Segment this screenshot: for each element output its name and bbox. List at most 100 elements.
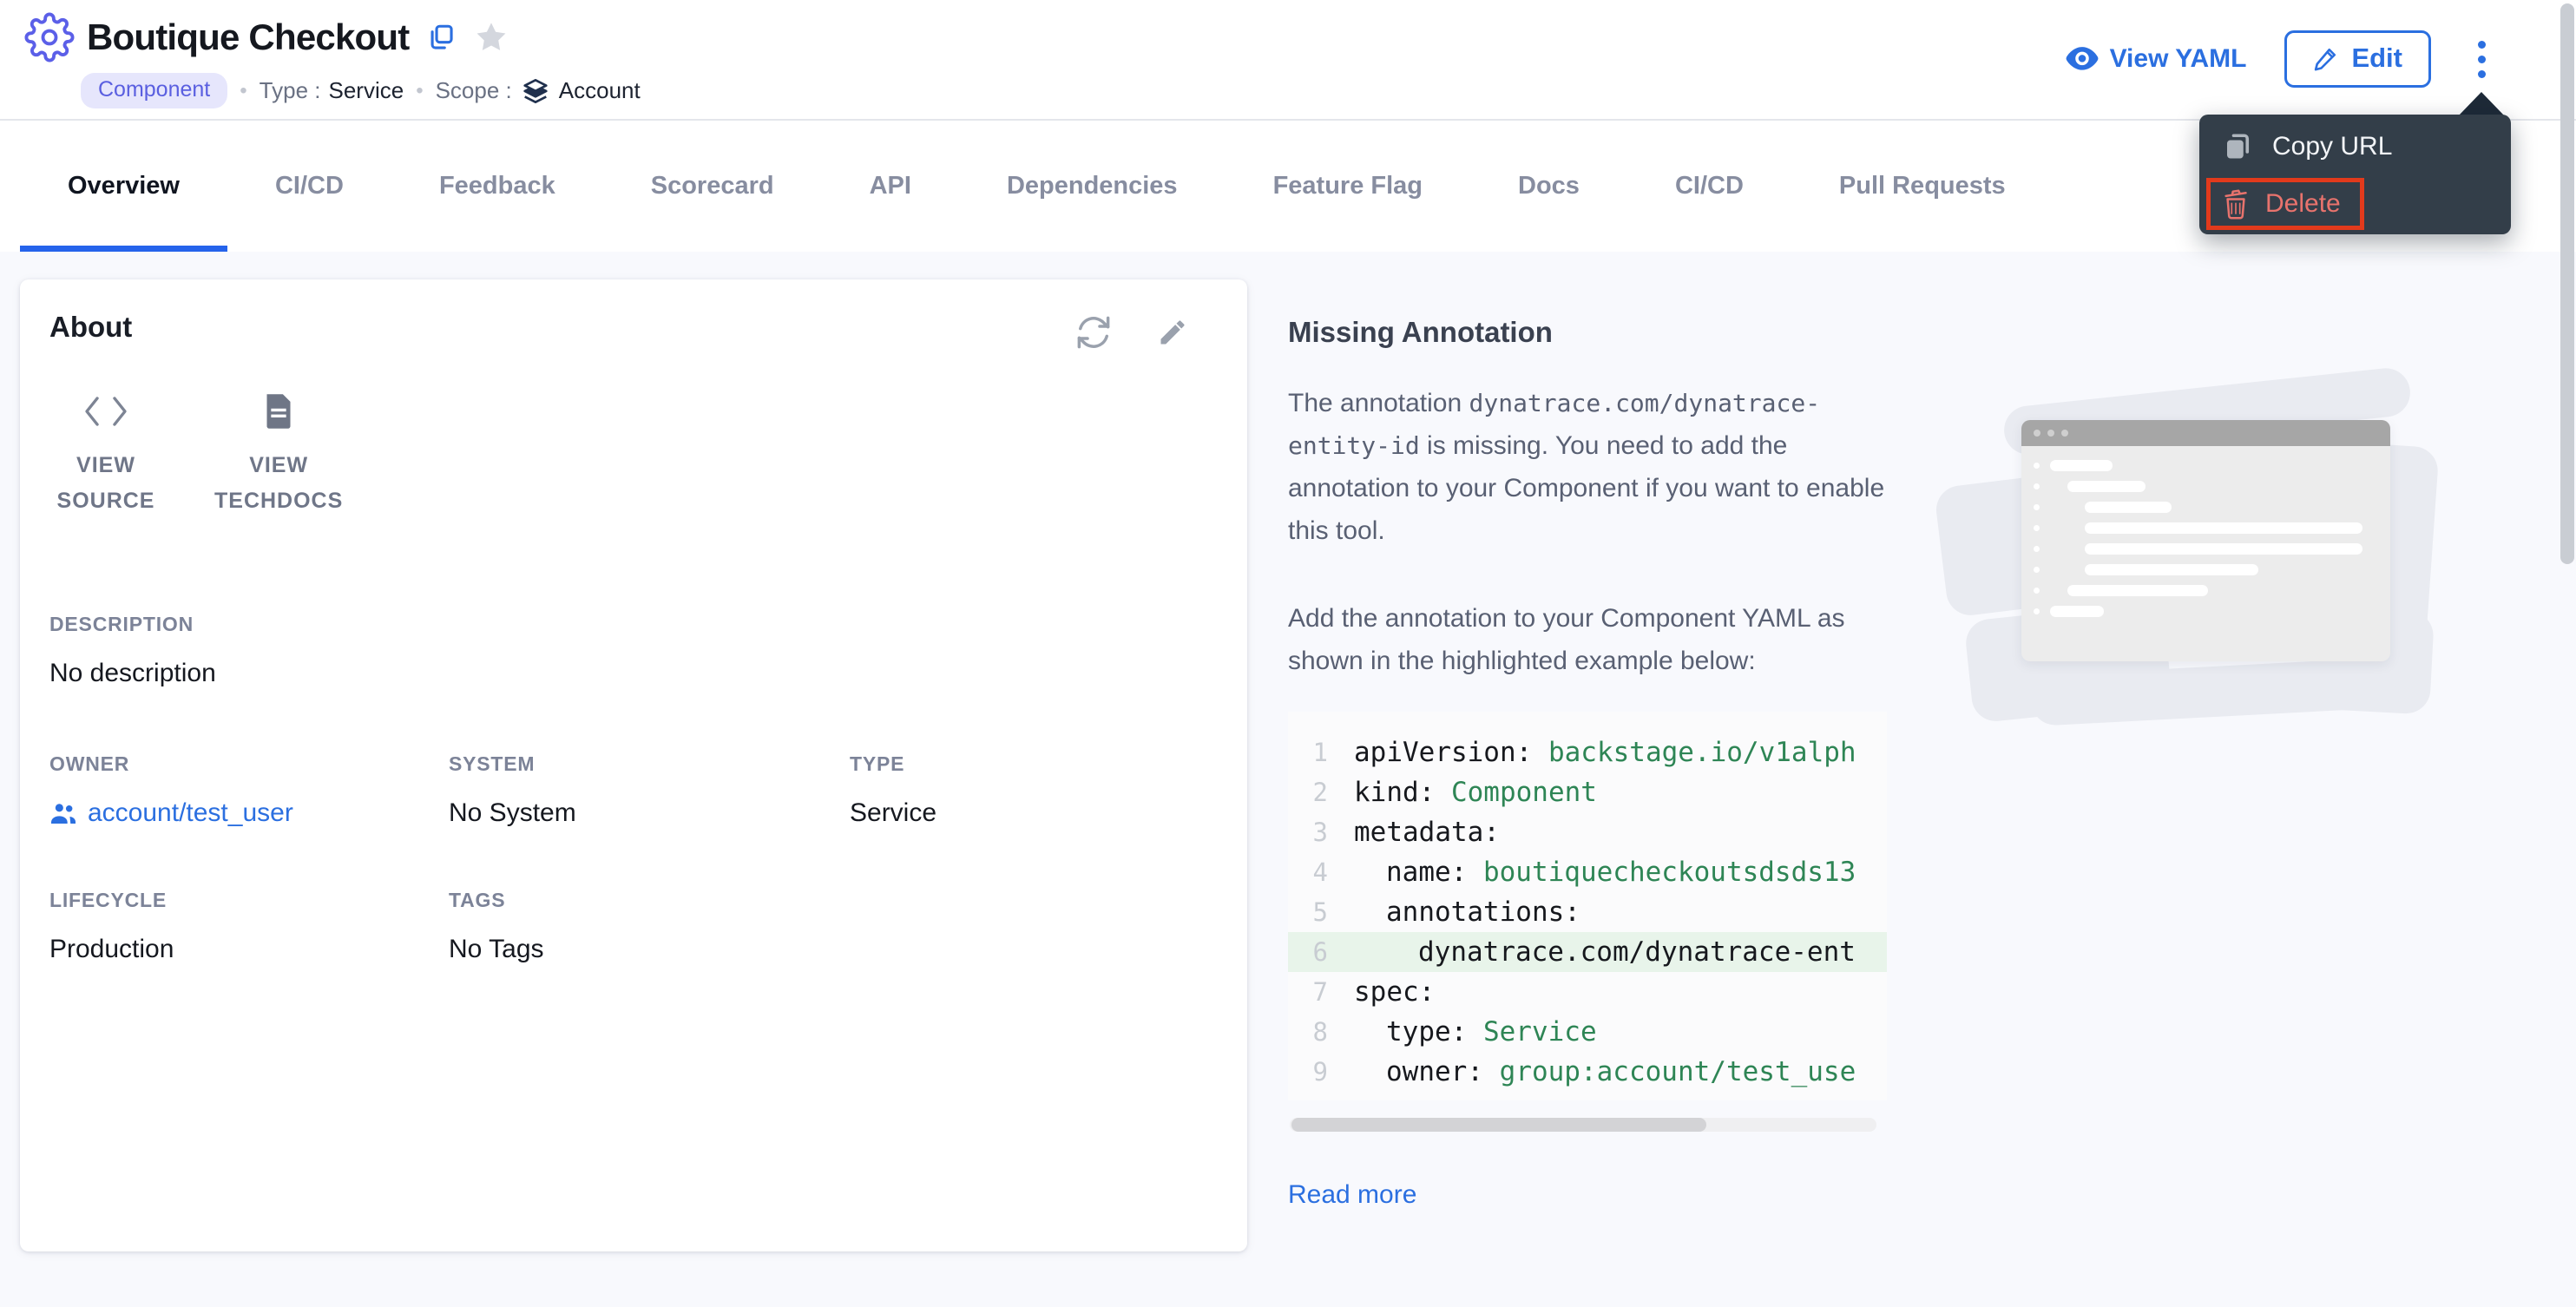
code-line-2: 2kind: Component <box>1288 772 1887 812</box>
about-card-actions <box>1075 314 1188 351</box>
tab-feature-flag[interactable]: Feature Flag <box>1226 121 1470 252</box>
lifecycle-field: LIFECYCLE Production <box>49 889 449 964</box>
mini-browser-window <box>2021 420 2390 661</box>
header-controls: View YAML Edit <box>2066 26 2494 92</box>
missing-annotation-title: Missing Annotation <box>1288 316 1887 349</box>
description-label: DESCRIPTION <box>49 613 1218 636</box>
edit-label: Edit <box>2351 43 2402 74</box>
entity-meta-row: Component • Type : Service • Scope : Acc… <box>81 73 641 108</box>
system-field: SYSTEM No System <box>449 752 850 828</box>
code-horizontal-scrollbar[interactable] <box>1290 1118 1876 1132</box>
view-yaml-label: View YAML <box>2110 44 2247 74</box>
tags-field: TAGS No Tags <box>449 889 850 964</box>
entity-title-row: Boutique Checkout <box>24 12 509 62</box>
system-value: No System <box>449 798 850 828</box>
owner-link[interactable]: account/test_user <box>49 798 449 828</box>
missing-annotation-body: The annotation dynatrace.com/dynatrace-e… <box>1288 382 1887 552</box>
tab-ci-cd[interactable]: CI/CD <box>1627 121 1791 252</box>
tab-pull-requests[interactable]: Pull Requests <box>1791 121 2054 252</box>
tab-overview[interactable]: Overview <box>20 121 227 252</box>
code-scrollbar-thumb[interactable] <box>1291 1118 1706 1132</box>
tab-docs[interactable]: Docs <box>1470 121 1627 252</box>
code-window-illustration <box>1948 392 2425 713</box>
about-card-title: About <box>49 311 132 344</box>
meta-separator: • <box>416 79 423 103</box>
copy-icon <box>2222 131 2253 162</box>
edit-button[interactable]: Edit <box>2284 30 2431 88</box>
read-more-link[interactable]: Read more <box>1288 1180 1416 1210</box>
view-techdocs-label: VIEWTECHDOCS <box>214 448 343 519</box>
code-block: 1apiVersion: backstage.io/v1alph2kind: C… <box>1288 712 1887 1100</box>
description-value: No description <box>49 659 1218 688</box>
owner-label: OWNER <box>49 752 449 776</box>
favorite-star-icon[interactable] <box>473 19 509 56</box>
trash-icon <box>2222 188 2250 220</box>
code-line-6: 6dynatrace.com/dynatrace-ent <box>1288 932 1887 972</box>
about-card-header: About <box>49 311 1218 351</box>
type-field-value: Service <box>850 798 1218 828</box>
context-menu-arrow <box>2458 92 2505 116</box>
type-field: TYPE Service <box>850 752 1218 828</box>
layers-icon <box>522 76 549 106</box>
code-line-3: 3metadata: <box>1288 812 1887 852</box>
tabs: OverviewCI/CDFeedbackScorecardAPIDepende… <box>0 121 2576 252</box>
view-source-button[interactable]: VIEWSOURCE <box>55 389 157 519</box>
type-meta: Type : Service <box>260 77 404 104</box>
code-line-1: 1apiVersion: backstage.io/v1alph <box>1288 732 1887 772</box>
missing-annotation-panel: Missing Annotation The annotation dynatr… <box>1288 279 1887 1210</box>
page-scrollbar[interactable] <box>2559 0 2576 1307</box>
view-yaml-button[interactable]: View YAML <box>2066 44 2247 74</box>
more-actions-kebab-button[interactable] <box>2469 36 2494 83</box>
pencil-icon <box>2313 45 2339 71</box>
page-scrollbar-thumb[interactable] <box>2560 3 2574 564</box>
code-line-4: 4name: boutiquecheckoutsdsds13 <box>1288 852 1887 892</box>
about-card: About VIEWSOURCE <box>20 279 1247 1251</box>
tab-scorecard[interactable]: Scorecard <box>603 121 822 252</box>
eye-icon <box>2066 45 2099 73</box>
about-quick-links: VIEWSOURCE VIEWTECHDOCS <box>55 389 1218 519</box>
tab-feedback[interactable]: Feedback <box>391 121 603 252</box>
owner-field: OWNER account/test_user <box>49 752 449 828</box>
entity-header: Boutique Checkout Component • Type : Ser… <box>0 0 2576 121</box>
copy-url-menu-item[interactable]: Copy URL <box>2199 123 2511 170</box>
lifecycle-value: Production <box>49 935 449 964</box>
catalog-entity-page: Boutique Checkout Component • Type : Ser… <box>0 0 2576 1307</box>
document-icon <box>263 389 294 434</box>
code-line-9: 9owner: group:account/test_use <box>1288 1052 1887 1092</box>
annotation-instruction: Add the annotation to your Component YAM… <box>1288 597 1887 682</box>
mini-window-titlebar <box>2021 420 2390 446</box>
description-field: DESCRIPTION No description <box>49 613 1218 688</box>
copy-url-label: Copy URL <box>2272 132 2392 161</box>
people-icon <box>49 802 77 825</box>
context-menu: Copy URL Delete <box>2199 115 2511 234</box>
scope-label: Scope : <box>436 77 512 104</box>
delete-label: Delete <box>2265 189 2341 219</box>
top-bar: Boutique Checkout Component • Type : Ser… <box>0 0 2576 252</box>
scope-meta: Scope : Account <box>436 76 641 106</box>
code-line-8: 8type: Service <box>1288 1012 1887 1052</box>
tab-dependencies[interactable]: Dependencies <box>959 121 1226 252</box>
tab-ci-cd[interactable]: CI/CD <box>227 121 391 252</box>
about-fields-grid: OWNER account/test_user SYSTEM No System… <box>49 752 1218 964</box>
code-brackets-icon <box>82 389 130 434</box>
lifecycle-label: LIFECYCLE <box>49 889 449 912</box>
page-title: Boutique Checkout <box>87 16 409 58</box>
type-label: Type : <box>260 77 321 104</box>
component-gear-icon <box>24 12 75 62</box>
view-techdocs-button[interactable]: VIEWTECHDOCS <box>214 389 343 519</box>
mini-window-code-lines <box>2021 446 2390 631</box>
kind-badge: Component <box>81 73 227 108</box>
code-line-5: 5annotations: <box>1288 892 1887 932</box>
tab-api[interactable]: API <box>822 121 959 252</box>
meta-separator: • <box>240 79 246 103</box>
tags-value: No Tags <box>449 935 850 964</box>
system-label: SYSTEM <box>449 752 850 776</box>
delete-menu-item-annotation-box[interactable]: Delete <box>2206 178 2364 230</box>
code-line-7: 7spec: <box>1288 972 1887 1012</box>
refresh-icon[interactable] <box>1075 314 1112 351</box>
tags-label: TAGS <box>449 889 850 912</box>
copy-name-icon[interactable] <box>426 23 456 52</box>
type-value: Service <box>328 77 404 104</box>
edit-about-pencil-icon[interactable] <box>1157 317 1188 348</box>
type-field-label: TYPE <box>850 752 1218 776</box>
